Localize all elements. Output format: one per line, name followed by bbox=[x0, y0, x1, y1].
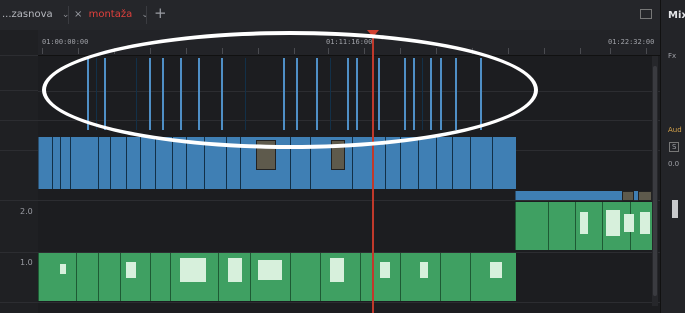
track-divider bbox=[0, 55, 38, 56]
audio-waveform bbox=[380, 262, 390, 278]
mixer-panel bbox=[660, 0, 685, 313]
fader-handle[interactable] bbox=[672, 200, 678, 218]
solo-button[interactable]: S bbox=[669, 142, 680, 152]
audio-waveform bbox=[580, 212, 588, 234]
edit-point bbox=[172, 137, 173, 189]
close-icon[interactable]: × bbox=[74, 9, 82, 20]
track-divider bbox=[0, 150, 38, 151]
track-divider bbox=[38, 200, 660, 201]
edit-point bbox=[52, 137, 53, 189]
edit-point bbox=[98, 253, 99, 301]
edit-point bbox=[575, 202, 576, 250]
audio-waveform bbox=[606, 210, 620, 236]
edit-point bbox=[155, 137, 156, 189]
edit-point bbox=[360, 253, 361, 301]
mixer-audio-label: Aud bbox=[668, 126, 682, 134]
track-header-column: 2.0 1.0 bbox=[0, 30, 39, 313]
edit-point bbox=[250, 253, 251, 301]
audio-waveform bbox=[640, 212, 650, 234]
track-divider bbox=[0, 200, 38, 201]
clip-thumbnail bbox=[622, 191, 634, 201]
tab-montaza[interactable]: × montaža ⌄ bbox=[74, 5, 149, 25]
track-divider bbox=[0, 302, 38, 303]
clip-thumbnail bbox=[638, 191, 652, 201]
edit-point bbox=[170, 253, 171, 301]
edit-point bbox=[452, 137, 453, 189]
edit-point bbox=[290, 253, 291, 301]
edit-point bbox=[186, 137, 187, 189]
timeline-tab-bar: ...zasnova ⌄ × montaža ⌄ + bbox=[0, 0, 660, 31]
audio-waveform bbox=[258, 260, 282, 280]
edit-point bbox=[440, 253, 441, 301]
audio-waveform bbox=[126, 262, 136, 278]
edit-point bbox=[548, 202, 549, 250]
edit-point bbox=[98, 137, 99, 189]
edit-point bbox=[436, 137, 437, 189]
mixer-fx-label: Fx bbox=[668, 52, 677, 60]
edit-point bbox=[110, 137, 111, 189]
edit-point bbox=[400, 253, 401, 301]
tab-zasnova[interactable]: ...zasnova ⌄ bbox=[2, 5, 69, 25]
audio-waveform bbox=[228, 258, 242, 282]
audio-track-2-label: 2.0 bbox=[20, 207, 33, 216]
audio-waveform bbox=[330, 258, 344, 282]
edit-point bbox=[492, 137, 493, 189]
mixer-title: Mix bbox=[668, 10, 685, 21]
edit-point bbox=[140, 137, 141, 189]
timecode-label: 01:00:00:00 bbox=[42, 38, 89, 46]
tab-zasnova-label: ...zasnova bbox=[2, 9, 53, 20]
track-divider bbox=[0, 90, 38, 91]
tab-divider bbox=[146, 6, 147, 24]
edit-point bbox=[470, 253, 471, 301]
edit-point bbox=[470, 137, 471, 189]
edit-point bbox=[320, 253, 321, 301]
track-divider bbox=[38, 302, 660, 303]
audio-waveform bbox=[180, 258, 206, 282]
track-divider bbox=[0, 120, 38, 121]
edit-point bbox=[70, 137, 71, 189]
edit-point bbox=[385, 137, 386, 189]
view-toggle-icon[interactable] bbox=[640, 9, 652, 19]
edit-point bbox=[218, 253, 219, 301]
tab-montaza-label: montaža bbox=[88, 9, 133, 20]
edit-point bbox=[400, 137, 401, 189]
timecode-label: 01:22:32:00 bbox=[608, 38, 655, 46]
add-tab-button[interactable]: + bbox=[154, 4, 167, 22]
audio-waveform bbox=[420, 262, 428, 278]
audio-waveform bbox=[624, 214, 634, 232]
edit-point bbox=[120, 253, 121, 301]
edit-point bbox=[60, 137, 61, 189]
audio-track-1-label: 1.0 bbox=[20, 258, 33, 267]
edit-point bbox=[126, 137, 127, 189]
edit-point bbox=[418, 137, 419, 189]
mixer-level-value: 0.0 bbox=[668, 160, 680, 168]
edit-point bbox=[602, 202, 603, 250]
video-clip-strip[interactable] bbox=[515, 191, 656, 200]
audio-waveform bbox=[490, 262, 502, 278]
timeline-window: ...zasnova ⌄ × montaža ⌄ + 2.0 1.0 01:00… bbox=[0, 0, 685, 313]
audio-waveform bbox=[60, 264, 66, 274]
tab-divider bbox=[68, 6, 69, 24]
track-divider bbox=[0, 252, 38, 253]
edit-point bbox=[150, 253, 151, 301]
scrollbar-thumb[interactable] bbox=[653, 66, 657, 296]
annotation-ellipse bbox=[42, 31, 538, 149]
edit-point bbox=[76, 253, 77, 301]
